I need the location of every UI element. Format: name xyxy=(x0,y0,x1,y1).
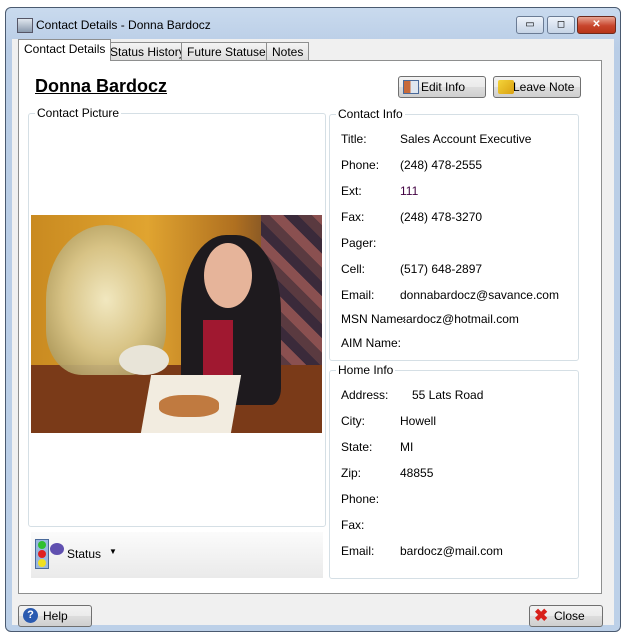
client-area: Contact Details Status History Future St… xyxy=(12,39,614,627)
contact-name: Donna Bardocz xyxy=(35,76,168,96)
field-label: AIM Name: xyxy=(341,336,402,350)
contact-photo xyxy=(31,215,322,433)
field-label: Phone: xyxy=(341,158,380,172)
status-dropdown-button[interactable]: Status ▼ xyxy=(31,532,323,578)
field-label: MSN Name: xyxy=(341,312,407,326)
field-value: (248) 478-2555 xyxy=(400,158,483,172)
field-value: 48855 xyxy=(400,466,434,480)
field-label: Email: xyxy=(341,288,375,302)
field-value: donnabardocz@savance.com xyxy=(400,288,559,302)
contact-picture-legend: Contact Picture xyxy=(35,106,122,120)
home-info-legend: Home Info xyxy=(336,363,396,377)
field-label: Fax: xyxy=(341,210,365,224)
field-value: 111 xyxy=(400,184,419,198)
edit-info-button[interactable]: Edit Info xyxy=(398,76,486,98)
field-value: MI xyxy=(400,440,414,454)
field-label: Fax: xyxy=(341,518,365,532)
help-label: Help xyxy=(43,609,68,623)
field-label: Cell: xyxy=(341,262,366,276)
contact-info-legend: Contact Info xyxy=(336,107,405,121)
tab-notes[interactable]: Notes xyxy=(266,42,310,61)
tab-future-statuses[interactable]: Future Statuses xyxy=(181,42,278,61)
field-value: Howell xyxy=(400,414,437,428)
traffic-light-status-icon xyxy=(35,539,65,569)
help-icon: ? xyxy=(23,608,38,623)
maximize-button[interactable]: ◻ xyxy=(547,16,575,34)
tab-status-history[interactable]: Status History xyxy=(104,42,191,61)
home-info-group: Home Info Address: 55 Lats Road City: Howel… xyxy=(329,363,579,579)
field-value: Sales Account Executive xyxy=(400,132,532,146)
close-button[interactable]: ✖ Close xyxy=(529,605,603,627)
field-label: Pager: xyxy=(341,236,377,250)
contact-card-icon xyxy=(403,80,419,94)
field-label: Phone: xyxy=(341,492,380,506)
contact-details-page: Donna Bardocz Edit Info Leave Note Conta… xyxy=(18,60,602,594)
field-value: 55 Lats Road xyxy=(412,388,484,402)
field-label: City: xyxy=(341,414,365,428)
field-value: ›ardocz@hotmail.com xyxy=(402,312,519,326)
field-label: Title: xyxy=(341,132,367,146)
contact-details-window: Contact Details - Donna Bardocz ▭ ◻ ✕ Co… xyxy=(5,7,621,632)
leave-note-button[interactable]: Leave Note xyxy=(493,76,581,98)
field-value: (517) 648-2897 xyxy=(400,262,483,276)
field-label: Zip: xyxy=(341,466,362,480)
field-label: Ext: xyxy=(341,184,362,198)
minimize-button[interactable]: ▭ xyxy=(516,16,544,34)
window-title: Contact Details - Donna Bardocz xyxy=(36,18,211,32)
contact-info-group: Contact Info Title: Sales Account Executi… xyxy=(329,107,579,361)
field-label: Address: xyxy=(341,388,389,402)
close-label: Close xyxy=(554,609,585,623)
red-x-icon: ✖ xyxy=(534,606,549,625)
status-label: Status xyxy=(67,547,102,561)
field-value: (248) 478-3270 xyxy=(400,210,483,224)
tab-contact-details[interactable]: Contact Details xyxy=(18,39,112,61)
field-label: Email: xyxy=(341,544,375,558)
chevron-down-icon: ▼ xyxy=(109,547,117,556)
field-value: bardocz@mail.com xyxy=(400,544,503,558)
edit-info-label: Edit Info xyxy=(421,80,466,94)
help-button[interactable]: ? Help xyxy=(18,605,92,627)
contact-app-icon xyxy=(17,18,33,33)
title-bar[interactable]: Contact Details - Donna Bardocz ▭ ◻ ✕ xyxy=(6,8,620,38)
note-arrow-icon xyxy=(498,80,514,94)
contact-picture-group: Contact Picture Status ▼ xyxy=(28,106,326,578)
window-close-button[interactable]: ✕ xyxy=(577,16,616,34)
leave-note-label: Leave Note xyxy=(513,80,575,94)
field-label: State: xyxy=(341,440,373,454)
